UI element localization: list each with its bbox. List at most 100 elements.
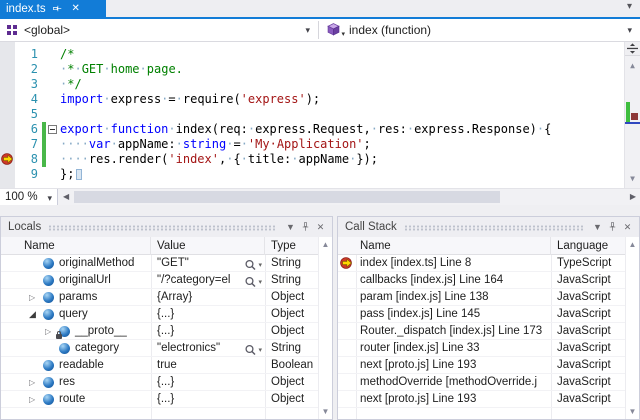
callstack-vertical-scrollbar[interactable]: ▲ ▼ bbox=[625, 237, 639, 419]
expander-icon[interactable]: ◢ bbox=[29, 306, 36, 323]
callstack-title-bar[interactable]: Call Stack ▼ ✕ bbox=[338, 217, 639, 237]
locals-row-params[interactable]: ▷params{Array}Object bbox=[1, 289, 318, 306]
zoom-control[interactable]: 100 % ▾ bbox=[0, 189, 58, 205]
member-dropdown[interactable]: ▾ index (function) ▾ bbox=[320, 19, 640, 41]
scroll-right-icon[interactable]: ▶ bbox=[630, 192, 636, 201]
expander-icon[interactable]: ▷ bbox=[29, 289, 35, 306]
drag-grip[interactable] bbox=[48, 225, 276, 231]
frame-name: Router._dispatch [index.js] Line 173 bbox=[360, 323, 551, 340]
splitter-handle-icon[interactable] bbox=[625, 42, 640, 56]
chevron-down-icon[interactable]: ▾ bbox=[258, 274, 262, 289]
value-cell: true bbox=[151, 357, 265, 374]
breakpoint-marker bbox=[631, 113, 638, 120]
callstack-row-1[interactable]: callbacks [index.js] Line 164JavaScript bbox=[338, 272, 625, 289]
expander-icon[interactable]: ▷ bbox=[29, 374, 35, 391]
locals-vertical-scrollbar[interactable]: ▲ ▼ bbox=[318, 237, 332, 419]
frame-name: index [index.ts] Line 8 bbox=[360, 255, 551, 272]
fold-collapse-icon[interactable] bbox=[48, 125, 57, 134]
locals-row-__proto__[interactable]: ▷__proto__{...}Object bbox=[1, 323, 318, 340]
scroll-up-icon[interactable]: ▲ bbox=[626, 240, 639, 249]
locals-row-readable[interactable]: readabletrueBoolean bbox=[1, 357, 318, 374]
chevron-down-icon[interactable]: ▾ bbox=[627, 25, 632, 36]
window-menu-icon[interactable]: ▼ bbox=[283, 220, 298, 235]
code-line-6[interactable]: export·function·index(req:·express.Reque… bbox=[60, 122, 551, 137]
scroll-down-icon[interactable]: ▼ bbox=[625, 171, 640, 186]
line-number: 6 bbox=[16, 122, 38, 137]
callstack-row-8[interactable]: next [proto.js] Line 193JavaScript bbox=[338, 391, 625, 408]
field-icon bbox=[43, 394, 54, 405]
tab-list-overflow-icon[interactable]: ▾ bbox=[627, 1, 632, 12]
locals-row-originalUrl[interactable]: originalUrl"/?category=el▾String bbox=[1, 272, 318, 289]
column-header-type[interactable]: Type bbox=[265, 237, 320, 255]
chevron-down-icon[interactable]: ▾ bbox=[258, 257, 262, 272]
magnifier-icon[interactable]: ▾ bbox=[244, 342, 262, 357]
callstack-row-7[interactable]: methodOverride [methodOverride.jJavaScri… bbox=[338, 374, 625, 391]
magnifier-icon[interactable] bbox=[497, 178, 543, 188]
code-editor[interactable]: 1/*2·*·GET·home·page.3·*/4import·express… bbox=[0, 42, 640, 188]
callstack-row-3[interactable]: pass [index.js] Line 145JavaScript bbox=[338, 306, 625, 323]
close-icon[interactable]: ✕ bbox=[313, 220, 328, 235]
locals-panel: Locals ▼ ✕ Name Value Type originalMetho… bbox=[0, 216, 333, 420]
magnifier-icon[interactable]: ▾ bbox=[244, 274, 262, 289]
callstack-column-headers[interactable]: Name Language bbox=[338, 237, 625, 255]
pin-icon[interactable] bbox=[605, 220, 620, 235]
global-scope-icon bbox=[7, 25, 18, 36]
value-cell: {...} bbox=[151, 391, 265, 408]
scroll-up-icon[interactable]: ▲ bbox=[319, 240, 332, 249]
pin-icon[interactable] bbox=[52, 3, 64, 15]
code-line-8[interactable]: ····res.render('index',·{·title:·appName… bbox=[60, 152, 378, 167]
scroll-down-icon[interactable]: ▼ bbox=[626, 407, 639, 416]
expander-icon[interactable]: ▷ bbox=[29, 391, 35, 408]
code-line-9[interactable]: }; bbox=[60, 167, 74, 182]
magnifier-icon[interactable]: ▾ bbox=[244, 257, 262, 272]
locals-title-bar[interactable]: Locals ▼ ✕ bbox=[1, 217, 332, 237]
close-icon[interactable]: ✕ bbox=[70, 3, 82, 15]
locals-column-headers[interactable]: Name Value Type bbox=[1, 237, 318, 255]
code-line-7[interactable]: ····var·appName:·string·=·'My·Applicatio… bbox=[60, 137, 371, 152]
locals-row-res[interactable]: ▷res{...}Object bbox=[1, 374, 318, 391]
callstack-row-4[interactable]: Router._dispatch [index.js] Line 173Java… bbox=[338, 323, 625, 340]
locals-row-query[interactable]: ◢query{...}Object bbox=[1, 306, 318, 323]
column-header-name[interactable]: Name bbox=[338, 237, 551, 255]
close-icon[interactable]: ✕ bbox=[620, 220, 635, 235]
column-header-value[interactable]: Value bbox=[151, 237, 265, 255]
pin-icon[interactable] bbox=[298, 220, 313, 235]
code-line-2[interactable]: ·*·GET·home·page. bbox=[60, 62, 183, 77]
column-header-name[interactable]: Name bbox=[1, 237, 151, 255]
vs-debugger-window: index.ts ✕ ▾ <global> ▾ ▾ index (functio… bbox=[0, 0, 640, 420]
scroll-down-icon[interactable]: ▼ bbox=[319, 407, 332, 416]
scrollbar-thumb[interactable] bbox=[74, 191, 500, 203]
chevron-down-icon[interactable]: ▾ bbox=[47, 193, 52, 204]
code-line-4[interactable]: import·express·=·require('express'); bbox=[60, 92, 320, 107]
callstack-row-6[interactable]: next [proto.js] Line 193JavaScript bbox=[338, 357, 625, 374]
frame-language: JavaScript bbox=[551, 289, 625, 306]
callstack-row-0[interactable]: index [index.ts] Line 8TypeScript bbox=[338, 255, 625, 272]
window-menu-icon[interactable]: ▼ bbox=[590, 220, 605, 235]
variable-value: "electronics" bbox=[157, 340, 220, 357]
field-icon bbox=[43, 258, 54, 269]
frame-name: methodOverride [methodOverride.j bbox=[360, 374, 551, 391]
scope-dropdown[interactable]: <global> ▾ bbox=[0, 19, 318, 41]
locals-row-originalMethod[interactable]: originalMethod"GET"▾String bbox=[1, 255, 318, 272]
drag-grip[interactable] bbox=[404, 225, 583, 231]
code-line-3[interactable]: ·*/ bbox=[60, 77, 82, 92]
scroll-up-icon[interactable]: ▲ bbox=[625, 58, 640, 73]
field-icon bbox=[43, 309, 54, 320]
column-header-language[interactable]: Language bbox=[551, 237, 626, 255]
chevron-down-icon[interactable]: ▾ bbox=[305, 25, 310, 36]
scroll-left-icon[interactable]: ◀ bbox=[63, 192, 69, 201]
locals-row-route[interactable]: ▷route{...}Object bbox=[1, 391, 318, 408]
callstack-row-2[interactable]: param [index.js] Line 138JavaScript bbox=[338, 289, 625, 306]
expander-icon[interactable]: ▷ bbox=[45, 323, 51, 340]
type-cell: Boolean bbox=[265, 357, 318, 374]
editor-vertical-scrollbar[interactable]: ▲ ▼ bbox=[624, 42, 640, 188]
frame-language: JavaScript bbox=[551, 306, 625, 323]
locals-row-category[interactable]: category"electronics"▾String bbox=[1, 340, 318, 357]
name-cell: readable bbox=[1, 357, 151, 374]
breakpoint-current-statement-icon[interactable] bbox=[1, 153, 15, 169]
chevron-down-icon[interactable]: ▾ bbox=[258, 342, 262, 357]
editor-horizontal-scrollbar[interactable]: 100 % ▾ ◀ ▶ bbox=[0, 188, 640, 205]
callstack-row-5[interactable]: router [index.js] Line 33JavaScript bbox=[338, 340, 625, 357]
tab-index-ts[interactable]: index.ts ✕ bbox=[0, 0, 106, 17]
code-line-1[interactable]: /* bbox=[60, 47, 74, 62]
